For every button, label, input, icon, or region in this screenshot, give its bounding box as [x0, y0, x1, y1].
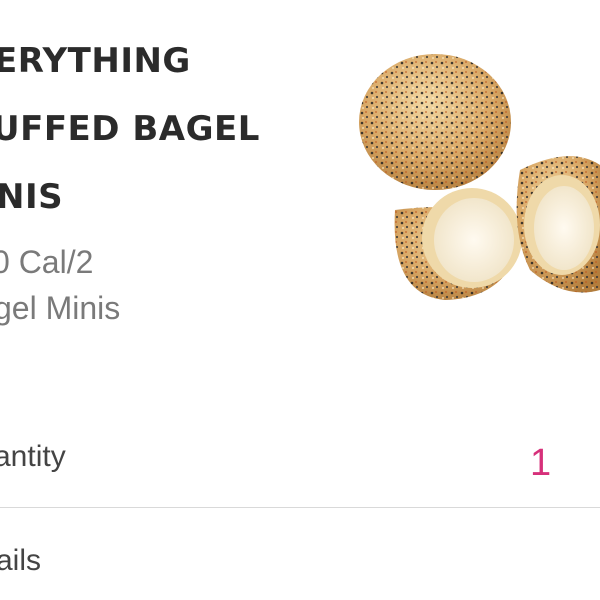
product-title-line-1: ERYTHING: [0, 41, 191, 81]
row-divider: [0, 507, 600, 508]
product-title-line-2: UFFED BAGEL: [0, 109, 260, 149]
quantity-label: antity: [0, 440, 66, 473]
calorie-info: 0 Cal/2: [0, 244, 94, 280]
quantity-row[interactable]: [0, 415, 600, 505]
product-image: [359, 54, 600, 300]
product-title-line-3: NIS: [0, 177, 64, 217]
serving-info: gel Minis: [0, 290, 121, 326]
quantity-value[interactable]: 1: [530, 444, 551, 482]
details-label: ails: [0, 544, 42, 577]
details-row[interactable]: [0, 512, 600, 600]
product-detail-page: ERYTHING UFFED BAGEL NIS 0 Cal/2 gel Min…: [0, 0, 600, 600]
